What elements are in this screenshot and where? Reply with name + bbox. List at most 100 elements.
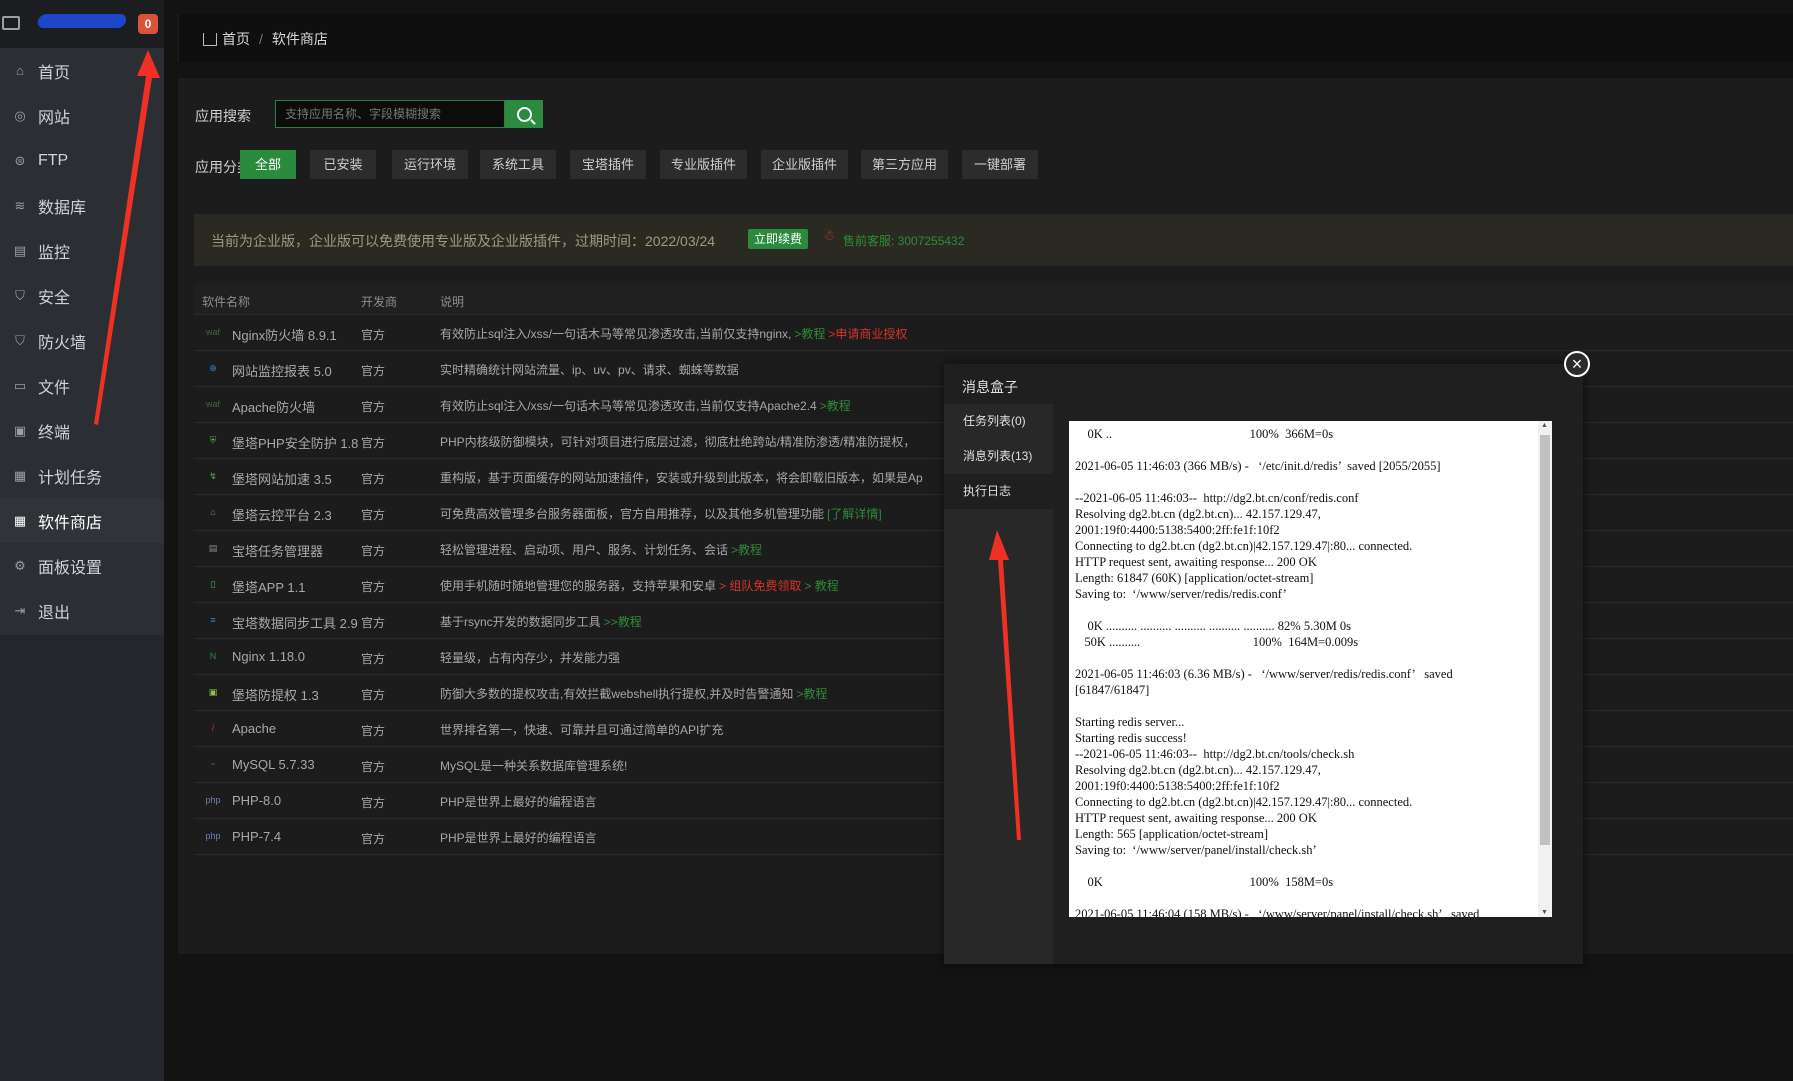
description-link[interactable]: >教程 bbox=[820, 399, 851, 413]
sidebar-item-label: 数据库 bbox=[38, 199, 87, 217]
presales-contact[interactable]: 售前客服: 3007255432 bbox=[843, 232, 964, 249]
description-text: MySQL是一种关系数据库管理系统! bbox=[440, 759, 628, 773]
description-link[interactable]: >教程 bbox=[796, 687, 827, 701]
description-link[interactable]: >教程 bbox=[794, 327, 825, 341]
developer: 官方 bbox=[361, 724, 386, 738]
sidebar-item-11[interactable]: ⚙ 面板设置 bbox=[0, 543, 164, 588]
scrollbar-thumb[interactable] bbox=[1540, 435, 1550, 845]
tab-message-list[interactable]: 消息列表(13) bbox=[944, 439, 1053, 474]
message-box-dialog: 消息盒子 × 任务列表(0) 消息列表(13) 执行日志 0K .. 100% … bbox=[944, 351, 1590, 964]
renew-button[interactable]: 立即续费 bbox=[748, 229, 809, 249]
sidebar-item-5[interactable]: ⛉ 安全 bbox=[0, 273, 164, 318]
grid-icon: ▦ bbox=[13, 512, 27, 528]
shield-icon: ⛨ bbox=[209, 434, 217, 445]
sidebar-item-3[interactable]: ≋ 数据库 bbox=[0, 183, 164, 228]
cloud-icon: ⌂ bbox=[210, 507, 216, 517]
description-link[interactable]: [了解详情] bbox=[827, 507, 882, 521]
breadcrumb-current: 软件商店 bbox=[271, 31, 328, 47]
category-button[interactable]: 全部 bbox=[240, 150, 296, 179]
sidebar-item-7[interactable]: ▭ 文件 bbox=[0, 363, 164, 408]
developer: 官方 bbox=[361, 580, 386, 594]
software-name: PHP-8.0 bbox=[232, 793, 282, 808]
description-text: 有效防止sql注入/xss/一句话木马等常见渗透攻击,当前仅支持Apache2.… bbox=[440, 399, 817, 413]
execution-log-panel[interactable]: 0K .. 100% 366M=0s 2021-06-05 11:46:03 (… bbox=[1069, 421, 1552, 917]
sidebar-item-4[interactable]: ▤ 监控 bbox=[0, 228, 164, 273]
log-scrollbar[interactable]: ▲ ▼ bbox=[1538, 421, 1552, 917]
sidebar-item-0[interactable]: ⌂ 首页 bbox=[0, 48, 164, 93]
gear-icon: ⚙ bbox=[14, 557, 26, 573]
developer: 官方 bbox=[361, 472, 386, 486]
breadcrumb-separator: / bbox=[259, 31, 263, 47]
description-link[interactable]: > 组队免费领取 bbox=[719, 579, 801, 593]
software-name: Nginx防火墙 8.9.1 bbox=[232, 328, 337, 343]
software-name: 堡塔网站加速 3.5 bbox=[232, 472, 332, 487]
category-button[interactable]: 一键部署 bbox=[962, 150, 1038, 179]
description-text: PHP是世界上最好的编程语言 bbox=[440, 831, 597, 845]
folder-icon: ▭ bbox=[13, 377, 27, 393]
globe-icon: ⊕ bbox=[209, 362, 217, 373]
dialog-title: 消息盒子 bbox=[962, 379, 1018, 395]
sidebar: 0 ⌂ 首页 ◎ 网站 ⊜ FTP ≋ 数据库 ▤ 监控 ⛉ 安全 ⛉ 防火墙 ▭ 文件 ▣ 终端 ▦ 计划任务 ▦ 软件… bbox=[0, 0, 164, 1081]
description-link[interactable]: >教程 bbox=[731, 543, 762, 557]
category-button[interactable]: 宝塔插件 bbox=[570, 150, 646, 179]
category-button[interactable]: 已安装 bbox=[310, 150, 376, 179]
sidebar-item-6[interactable]: ⛉ 防火墙 bbox=[0, 318, 164, 363]
developer: 官方 bbox=[361, 508, 386, 522]
developer: 官方 bbox=[361, 328, 386, 342]
sidebar-item-2[interactable]: ⊜ FTP bbox=[0, 138, 164, 183]
category-button[interactable]: 系统工具 bbox=[480, 150, 556, 179]
sidebar-nav: ⌂ 首页 ◎ 网站 ⊜ FTP ≋ 数据库 ▤ 监控 ⛉ 安全 ⛉ 防火墙 ▭ 文件 ▣ 终端 ▦ 计划任务 ▦ 软件商店… bbox=[0, 48, 164, 635]
developer: 官方 bbox=[361, 616, 386, 630]
speed-icon: ↯ bbox=[209, 470, 217, 481]
search-button[interactable] bbox=[505, 100, 543, 128]
close-icon[interactable]: × bbox=[1564, 351, 1590, 377]
category-button[interactable]: 企业版插件 bbox=[761, 150, 848, 179]
sidebar-item-10[interactable]: ▦ 软件商店 bbox=[0, 498, 164, 543]
scroll-down-icon[interactable]: ▼ bbox=[1541, 909, 1548, 916]
category-button[interactable]: 运行环境 bbox=[392, 150, 468, 179]
description: MySQL是一种关系数据库管理系统! bbox=[440, 757, 627, 774]
software-name: MySQL 5.7.33 bbox=[232, 757, 315, 772]
scroll-up-icon[interactable]: ▲ bbox=[1541, 422, 1548, 429]
php-icon: php bbox=[205, 831, 221, 841]
description: PHP内核级防御模块，可针对项目进行底层过滤，彻底杜绝跨站/精准防渗透/精准防提… bbox=[440, 433, 915, 450]
search-input[interactable]: 支持应用名称、字段模糊搜索 bbox=[275, 100, 505, 128]
notification-badge[interactable]: 0 bbox=[138, 14, 158, 34]
description-link[interactable]: > 教程 bbox=[804, 579, 838, 593]
sidebar-item-label: 首页 bbox=[38, 64, 71, 82]
monitor-icon: ▤ bbox=[13, 242, 27, 258]
breadcrumb-home[interactable]: 首页 bbox=[222, 29, 250, 49]
waf-icon: waf bbox=[205, 399, 220, 409]
table-row[interactable]: waf Nginx防火墙 8.9.1 官方 有效防止sql注入/xss/一句话木马等常… bbox=[194, 315, 1793, 351]
tab-task-list[interactable]: 任务列表(0) bbox=[944, 404, 1053, 439]
sidebar-item-12[interactable]: ⇥ 退出 bbox=[0, 588, 164, 633]
header: 首页 / 软件商店 bbox=[178, 14, 1793, 62]
description-text: PHP内核级防御模块，可针对项目进行底层过滤，彻底杜绝跨站/精准防渗透/精准防提… bbox=[440, 435, 916, 449]
mysql-icon: ~ bbox=[210, 759, 216, 769]
software-name: PHP-7.4 bbox=[232, 829, 282, 844]
sidebar-item-label: 面板设置 bbox=[38, 559, 103, 577]
category-button[interactable]: 第三方应用 bbox=[861, 150, 948, 179]
globe-icon: ◎ bbox=[14, 107, 26, 123]
sync-icon: ≡ bbox=[210, 615, 216, 625]
description: 可免费高效管理多台服务器面板，官方自用推荐，以及其他多机管理功能 [了解详情] bbox=[440, 505, 882, 522]
tab-execution-log[interactable]: 执行日志 bbox=[944, 474, 1053, 509]
sidebar-item-9[interactable]: ▦ 计划任务 bbox=[0, 453, 164, 498]
description-link[interactable]: >申请商业授权 bbox=[828, 327, 907, 341]
shield-icon: ▣ bbox=[208, 686, 218, 697]
software-name: 堡塔PHP安全防护 1.8 bbox=[232, 436, 359, 451]
sidebar-item-label: 退出 bbox=[38, 604, 71, 622]
calendar-icon: ▦ bbox=[13, 467, 27, 483]
category-button[interactable]: 专业版插件 bbox=[660, 150, 747, 179]
sidebar-item-1[interactable]: ◎ 网站 bbox=[0, 93, 164, 138]
description-text: 防御大多数的提权攻击,有效拦截webshell执行提权,并及时告警通知 bbox=[440, 687, 794, 701]
description-link[interactable]: >>教程 bbox=[604, 615, 642, 629]
shield-icon: ⛉ bbox=[15, 287, 25, 303]
description: 有效防止sql注入/xss/一句话木马等常见渗透攻击,当前仅支持Apache2.… bbox=[440, 397, 851, 414]
description-text: 轻松管理进程、启动项、用户、服务、计划任务、会话 bbox=[440, 543, 729, 557]
sidebar-item-8[interactable]: ▣ 终端 bbox=[0, 408, 164, 453]
developer: 官方 bbox=[361, 652, 386, 666]
log-text: 0K .. 100% 366M=0s 2021-06-05 11:46:03 (… bbox=[1075, 427, 1480, 917]
logout-icon: ⇥ bbox=[14, 602, 26, 618]
terminal-icon: ▣ bbox=[13, 422, 27, 438]
